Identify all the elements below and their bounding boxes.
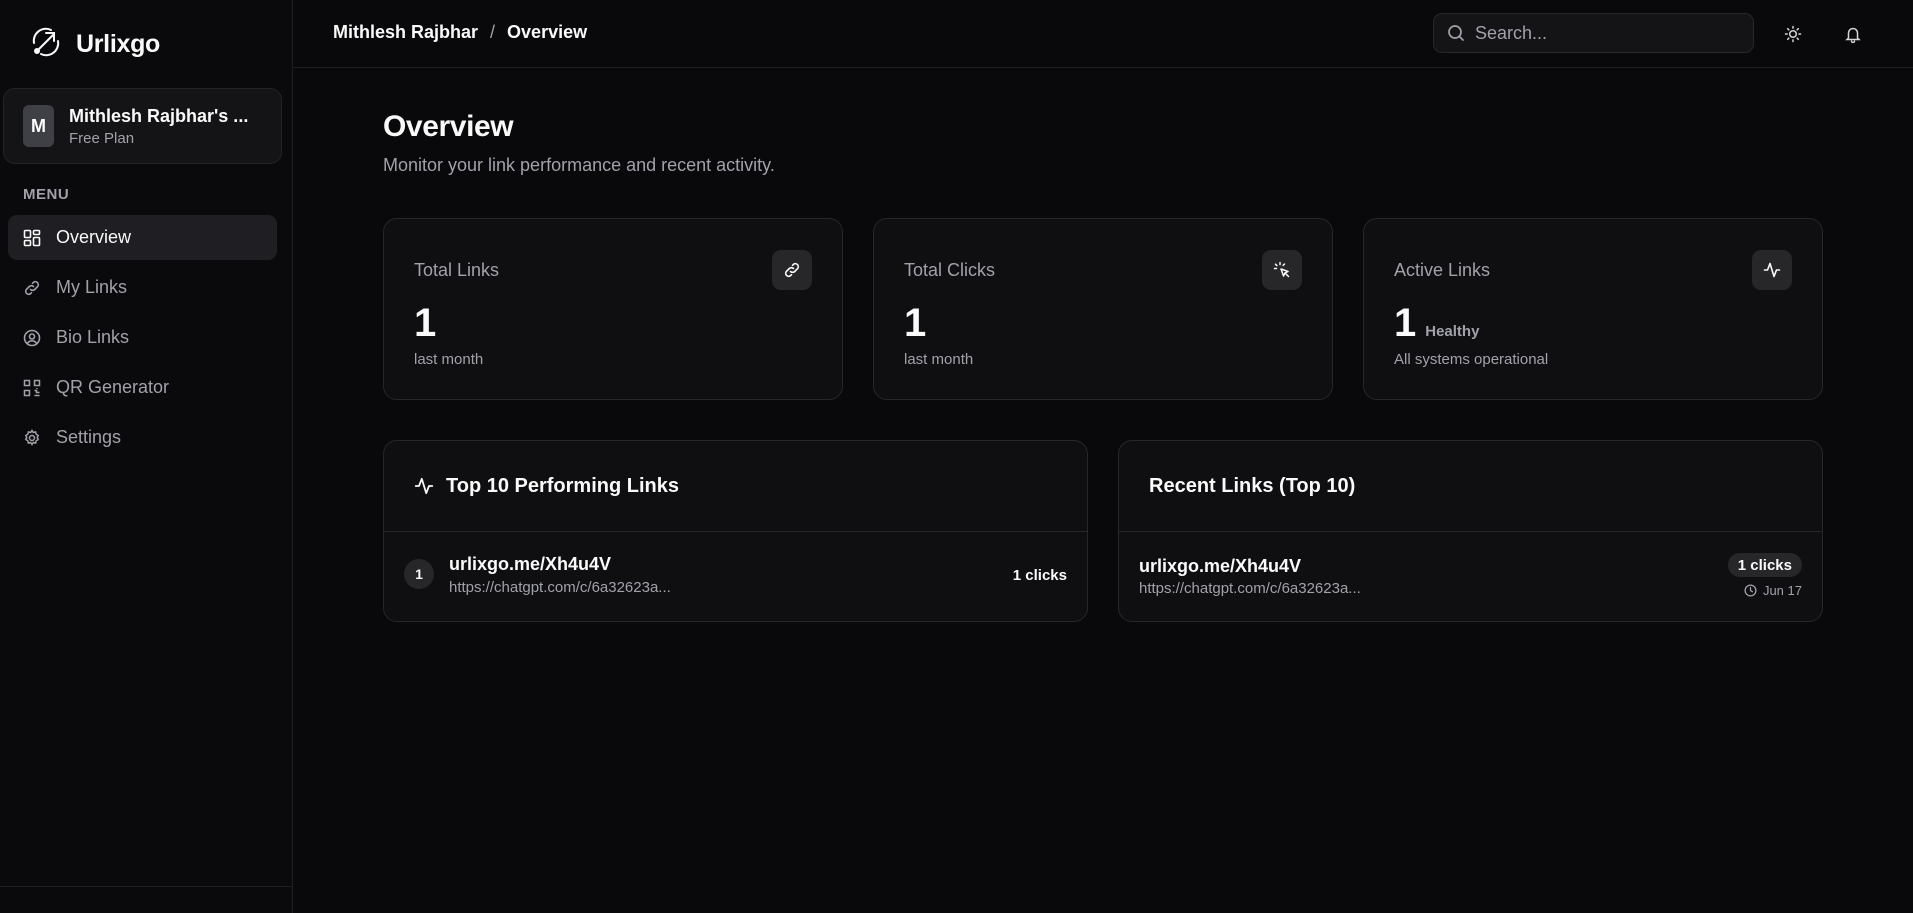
stat-value: 1 bbox=[1394, 301, 1417, 345]
stat-title: Active Links bbox=[1394, 260, 1491, 280]
sidebar-item-label: Settings bbox=[56, 427, 122, 447]
sidebar-item-label: My Links bbox=[56, 277, 128, 297]
user-circle-icon bbox=[23, 329, 41, 346]
sidebar-divider bbox=[0, 886, 292, 887]
page-subtitle: Monitor your link performance and recent… bbox=[383, 155, 775, 175]
panel-header: Top 10 Performing Links bbox=[384, 441, 1087, 532]
sidebar-item-label: Bio Links bbox=[56, 327, 130, 347]
sidebar-item-qr-generator[interactable]: QR Generator bbox=[8, 365, 277, 410]
breadcrumb: Mithlesh Rajbhar / Overview bbox=[333, 22, 587, 43]
gear-icon bbox=[24, 428, 40, 446]
clock-icon bbox=[1744, 584, 1757, 597]
top-links-panel: Top 10 Performing Links 1 urlixgo.me/Xh4… bbox=[383, 440, 1088, 622]
top-bar: Mithlesh Rajbhar / Overview bbox=[293, 0, 1913, 68]
notifications-button[interactable] bbox=[1838, 19, 1868, 49]
search-icon bbox=[1448, 25, 1464, 41]
activity-icon bbox=[414, 477, 434, 495]
recent-links-panel: Recent Links (Top 10) urlixgo.me/Xh4u4V … bbox=[1118, 440, 1823, 622]
search-box[interactable] bbox=[1433, 13, 1754, 53]
breadcrumb-separator: / bbox=[490, 22, 496, 42]
destination-url: https://chatgpt.com/c/6a32623a... bbox=[449, 579, 671, 596]
stat-icon-wrapper bbox=[1752, 250, 1792, 290]
stat-title: Total Links bbox=[414, 260, 500, 280]
sidebar-item-my-links[interactable]: My Links bbox=[8, 265, 277, 310]
sidebar-item-overview[interactable]: Overview bbox=[8, 215, 277, 260]
logo-icon bbox=[28, 24, 64, 65]
panel-title: Recent Links (Top 10) bbox=[1149, 474, 1356, 497]
stat-note: last month bbox=[904, 351, 974, 368]
stat-note: All systems operational bbox=[1394, 351, 1549, 368]
theme-toggle-button[interactable] bbox=[1778, 19, 1808, 49]
click-count-badge: 1 clicks bbox=[1727, 553, 1802, 577]
list-item[interactable]: 1 urlixgo.me/Xh4u4V https://chatgpt.com/… bbox=[384, 532, 1087, 621]
health-tag: Healthy bbox=[1425, 323, 1480, 340]
sidebar-nav: Overview My Links Bio Links QR Generator bbox=[8, 215, 277, 465]
stat-value-row: 1 Healthy bbox=[1394, 303, 1479, 343]
brand[interactable]: Urlixgo bbox=[28, 24, 160, 65]
stat-card-active-links: Active Links 1 Healthy All systems operat… bbox=[1363, 218, 1823, 400]
stat-card-total-links: Total Links 1 last month bbox=[383, 218, 843, 400]
stat-title: Total Clicks bbox=[904, 260, 996, 280]
brand-name: Urlixgo bbox=[76, 30, 161, 58]
workspace-switcher[interactable]: M Mithlesh Rajbhar's ... Free Plan bbox=[3, 88, 282, 164]
breadcrumb-current: Overview bbox=[507, 22, 588, 42]
panel-title: Top 10 Performing Links bbox=[446, 474, 679, 497]
link-icon bbox=[784, 262, 800, 278]
sidebar-item-bio-links[interactable]: Bio Links bbox=[8, 315, 277, 360]
created-date: Jun 17 bbox=[1744, 583, 1802, 598]
workspace-avatar: M bbox=[23, 105, 54, 147]
sidebar-item-label: Overview bbox=[56, 227, 132, 247]
stat-note: last month bbox=[414, 351, 484, 368]
workspace-plan: Free Plan bbox=[69, 129, 135, 147]
rank-badge: 1 bbox=[404, 559, 434, 589]
search-input[interactable] bbox=[1475, 22, 1735, 44]
destination-url: https://chatgpt.com/c/6a32623a... bbox=[1139, 580, 1361, 597]
breadcrumb-workspace[interactable]: Mithlesh Rajbhar bbox=[333, 22, 478, 43]
workspace-name: Mithlesh Rajbhar's ... bbox=[69, 105, 249, 126]
sidebar-item-settings[interactable]: Settings bbox=[8, 415, 277, 460]
sidebar: Urlixgo M Mithlesh Rajbhar's ... Free Pl… bbox=[0, 0, 293, 913]
cursor-click-icon bbox=[1273, 261, 1290, 278]
stat-icon-wrapper bbox=[1262, 250, 1302, 290]
list-item[interactable]: urlixgo.me/Xh4u4V https://chatgpt.com/c/… bbox=[1119, 532, 1822, 621]
sun-icon bbox=[1784, 25, 1802, 43]
grid-icon bbox=[23, 229, 41, 246]
stat-card-total-clicks: Total Clicks 1 last month bbox=[873, 218, 1333, 400]
date-text: Jun 17 bbox=[1762, 583, 1802, 598]
panel-header: Recent Links (Top 10) bbox=[1119, 441, 1822, 532]
page-title: Overview bbox=[383, 110, 514, 143]
stat-value: 1 bbox=[904, 301, 927, 345]
activity-icon bbox=[1763, 262, 1781, 278]
bell-icon bbox=[1845, 27, 1861, 43]
sidebar-item-label: QR Generator bbox=[56, 377, 170, 397]
short-link[interactable]: urlixgo.me/Xh4u4V bbox=[449, 554, 611, 575]
click-count: 1 clicks bbox=[1012, 567, 1067, 584]
menu-label: MENU bbox=[23, 186, 70, 203]
qr-code-icon bbox=[23, 379, 41, 396]
link-icon bbox=[24, 280, 40, 295]
short-link[interactable]: urlixgo.me/Xh4u4V bbox=[1139, 556, 1301, 577]
stat-value: 1 bbox=[414, 301, 437, 345]
stat-icon-wrapper bbox=[772, 250, 812, 290]
